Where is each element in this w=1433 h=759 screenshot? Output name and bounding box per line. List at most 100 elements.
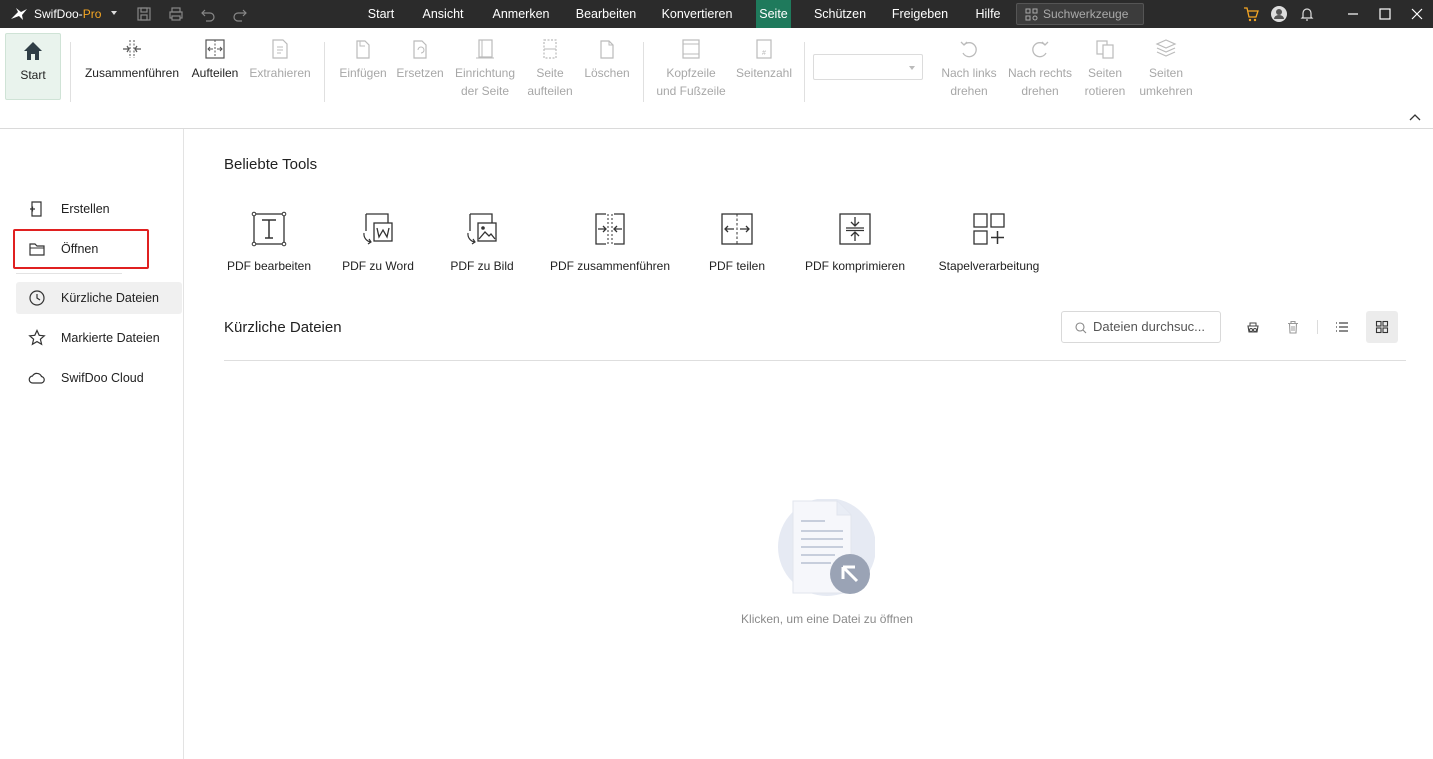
cart-icon[interactable] xyxy=(1243,6,1259,22)
rotate-pages-button[interactable]: Seiten rotieren xyxy=(1080,28,1130,128)
header-footer-button[interactable]: Kopfzeile und Fußzeile xyxy=(654,28,728,128)
extract-icon xyxy=(272,39,288,59)
rotate-left-label-line2: drehen xyxy=(950,84,988,98)
sidebar-item-label: Markierte Dateien xyxy=(61,331,160,345)
compress-pdf-icon xyxy=(839,213,871,245)
replace-page-icon xyxy=(413,40,427,59)
clock-icon xyxy=(29,290,45,306)
page-number-icon: # xyxy=(756,39,772,59)
tool-label: PDF komprimieren xyxy=(804,259,906,273)
sidebar-item-starred[interactable]: Markierte Dateien xyxy=(16,322,182,354)
tool-pdf-merge[interactable]: PDF zusammenführen xyxy=(545,211,675,273)
rotate-right-label-line1: Nach rechts xyxy=(1007,66,1073,80)
rotate-left-button[interactable]: Nach links drehen xyxy=(937,28,1001,128)
rotate-pages-icon xyxy=(1096,40,1114,59)
grid-view-button[interactable] xyxy=(1366,311,1398,343)
ribbon-toolbar: Start Zusammenführen Aufteilen Extrahier… xyxy=(0,28,1433,129)
broom-icon xyxy=(1247,322,1259,333)
tool-search-input[interactable]: Suchwerkzeuge xyxy=(1016,3,1144,25)
chevron-down-icon xyxy=(909,66,915,70)
merge-button[interactable]: Zusammenführen xyxy=(82,28,182,128)
tool-batch-processing[interactable]: Stapelverarbeitung xyxy=(935,211,1043,273)
trash-icon xyxy=(1288,320,1298,334)
menu-seite[interactable]: Seite xyxy=(756,0,791,28)
menu-konvertieren[interactable]: Konvertieren xyxy=(656,0,738,28)
clean-records-button[interactable] xyxy=(1237,311,1269,343)
extract-button[interactable]: Extrahieren xyxy=(248,28,312,128)
sidebar-item-open[interactable]: Öffnen xyxy=(16,233,182,265)
sidebar-item-label: Erstellen xyxy=(61,202,110,216)
menu-freigeben[interactable]: Freigeben xyxy=(886,0,954,28)
menu-bearbeiten[interactable]: Bearbeiten xyxy=(570,0,642,28)
app-menu-chevron-icon[interactable] xyxy=(110,8,118,18)
menu-anmerken[interactable]: Anmerken xyxy=(486,0,556,28)
sidebar-item-cloud[interactable]: SwifDoo Cloud xyxy=(16,362,182,394)
split-icon xyxy=(205,39,225,59)
search-icon xyxy=(1075,322,1087,334)
tool-pdf-edit[interactable]: PDF bearbeiten xyxy=(224,211,314,273)
rotate-left-label-line1: Nach links xyxy=(941,66,997,80)
tool-pdf-split[interactable]: PDF teilen xyxy=(701,211,773,273)
file-search-input[interactable]: Dateien durchsuc... xyxy=(1061,311,1221,343)
tool-pdf-to-word[interactable]: PDF zu Word xyxy=(335,211,421,273)
grid-search-icon xyxy=(1025,8,1038,21)
insert-page-icon xyxy=(356,40,370,59)
redo-icon[interactable] xyxy=(232,6,248,22)
sidebar-item-label: SwifDoo Cloud xyxy=(61,371,144,385)
empty-state-open-file[interactable] xyxy=(775,499,875,599)
list-view-button[interactable] xyxy=(1326,311,1358,343)
reverse-pages-label-line2: umkehren xyxy=(1139,84,1193,98)
recent-files-divider xyxy=(224,360,1406,361)
user-avatar-icon[interactable] xyxy=(1271,6,1287,22)
rotate-left-icon xyxy=(960,41,977,58)
tool-label: PDF zusammenführen xyxy=(549,259,671,273)
sidebar-item-recent[interactable]: Kürzliche Dateien xyxy=(16,282,182,314)
menu-ansicht[interactable]: Ansicht xyxy=(416,0,470,28)
page-setup-icon xyxy=(476,39,494,59)
rotate-pages-label-line2: rotieren xyxy=(1084,84,1126,98)
reverse-pages-button[interactable]: Seiten umkehren xyxy=(1136,28,1196,128)
tool-label: PDF zu Bild xyxy=(450,259,514,273)
ribbon-divider xyxy=(643,42,644,102)
collapse-ribbon-chevron-up-icon[interactable] xyxy=(1409,113,1421,121)
page-number-label: Seitenzahl xyxy=(735,66,793,80)
sidebar-item-label: Öffnen xyxy=(61,242,99,256)
menu-start[interactable]: Start xyxy=(362,0,400,28)
minimize-icon[interactable] xyxy=(1345,6,1361,22)
menu-schuetzen[interactable]: Schützen xyxy=(808,0,872,28)
rotate-pages-label-line1: Seiten xyxy=(1087,66,1123,80)
rotate-right-button[interactable]: Nach rechts drehen xyxy=(1005,28,1075,128)
tool-pdf-to-image[interactable]: PDF zu Bild xyxy=(443,211,521,273)
split-label: Aufteilen xyxy=(191,66,239,80)
merge-label: Zusammenführen xyxy=(84,66,180,80)
page-setup-button[interactable]: Einrichtung der Seite xyxy=(450,28,520,128)
split-pdf-icon xyxy=(721,213,753,245)
home-icon xyxy=(24,42,42,60)
ribbon-divider xyxy=(804,42,805,102)
page-number-button[interactable]: # Seitenzahl xyxy=(734,28,794,128)
delete-records-button[interactable] xyxy=(1277,311,1309,343)
start-home-button[interactable]: Start xyxy=(5,33,61,100)
open-document-illustration-icon xyxy=(778,499,875,596)
page-setup-label-line1: Einrichtung xyxy=(454,66,516,80)
notification-bell-icon[interactable] xyxy=(1299,6,1315,22)
delete-button[interactable]: Löschen xyxy=(582,28,632,128)
batch-grid-icon xyxy=(973,213,1005,245)
tool-label: PDF zu Word xyxy=(342,259,414,273)
tool-label: Stapelverarbeitung xyxy=(938,259,1040,273)
split-button[interactable]: Aufteilen xyxy=(188,28,242,128)
menu-hilfe[interactable]: Hilfe xyxy=(968,0,1008,28)
merge-icon xyxy=(123,40,141,58)
split-pages-button[interactable]: Seite aufteilen xyxy=(522,28,578,128)
sidebar-item-create[interactable]: Erstellen xyxy=(16,193,182,225)
insert-button[interactable]: Einfügen xyxy=(336,28,390,128)
save-icon[interactable] xyxy=(136,6,152,22)
tool-pdf-compress[interactable]: PDF komprimieren xyxy=(799,211,911,273)
undo-icon[interactable] xyxy=(200,6,216,22)
replace-button[interactable]: Ersetzen xyxy=(394,28,446,128)
print-icon[interactable] xyxy=(168,6,184,22)
replace-label: Ersetzen xyxy=(396,66,444,80)
close-icon[interactable] xyxy=(1409,6,1425,22)
maximize-icon[interactable] xyxy=(1377,6,1393,22)
page-range-select[interactable] xyxy=(813,54,923,80)
